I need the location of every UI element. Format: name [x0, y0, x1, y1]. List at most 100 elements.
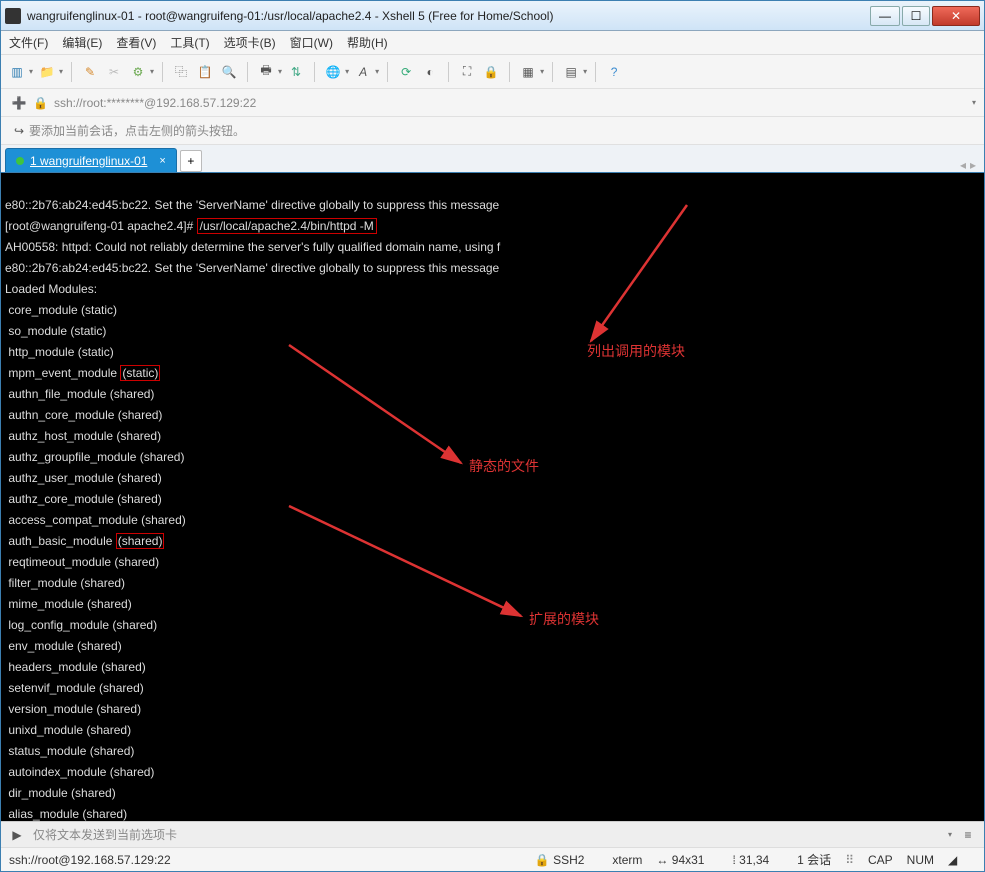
term-line: reqtimeout_module (shared) — [5, 555, 159, 569]
command-highlight: /usr/local/apache2.4/bin/httpd -M — [197, 218, 377, 234]
status-term: xterm — [612, 853, 642, 867]
tab-label: 1 wangruifenglinux-01 — [30, 154, 147, 168]
info-bar: ↪ 要添加当前会话，点击左侧的箭头按钮。 — [1, 117, 984, 145]
static-highlight: (static) — [120, 365, 160, 381]
tab-close-icon[interactable]: × — [159, 155, 165, 167]
annotation-label: 扩展的模块 — [529, 611, 599, 631]
term-line: status_module (shared) — [5, 744, 134, 758]
term-line: dir_module (shared) — [5, 786, 116, 800]
send-menu-icon[interactable]: ≡ — [958, 825, 978, 845]
add-tab-button[interactable]: + — [180, 150, 202, 172]
term-line: log_config_module (shared) — [5, 618, 157, 632]
send-input-icon[interactable]: ▶ — [7, 825, 27, 845]
session-tab[interactable]: 1 wangruifenglinux-01 × — [5, 148, 177, 172]
term-line: version_module (shared) — [5, 702, 141, 716]
status-updown-icon: ⠿ — [845, 853, 854, 867]
menubar: 文件(F) 编辑(E) 查看(V) 工具(T) 选项卡(B) 窗口(W) 帮助(… — [1, 31, 984, 55]
term-line: env_module (shared) — [5, 639, 122, 653]
arrow-add-icon[interactable]: ↪ — [9, 121, 29, 141]
shared-highlight: (shared) — [116, 533, 165, 549]
term-line: filter_module (shared) — [5, 576, 125, 590]
resize-grip-icon[interactable]: ◢ — [948, 853, 962, 867]
new-session-icon[interactable]: ▥ — [7, 62, 27, 82]
help-icon[interactable]: ? — [604, 62, 624, 82]
lock-icon[interactable]: 🔒 — [481, 62, 501, 82]
maximize-button[interactable]: ☐ — [902, 6, 930, 26]
menu-window[interactable]: 窗口(W) — [290, 34, 333, 51]
term-line: authz_host_module (shared) — [5, 429, 161, 443]
menu-file[interactable]: 文件(F) — [9, 34, 48, 51]
properties-icon[interactable]: ⚙ — [128, 62, 148, 82]
font-icon[interactable]: A — [353, 62, 373, 82]
term-line: authz_core_module (shared) — [5, 492, 162, 506]
menu-tabs[interactable]: 选项卡(B) — [224, 34, 276, 51]
term-line: mime_module (shared) — [5, 597, 132, 611]
titlebar[interactable]: wangruifenglinux-01 - root@wangruifeng-0… — [1, 1, 984, 31]
term-line: setenvif_module (shared) — [5, 681, 144, 695]
term-line: http_module (static) — [5, 345, 114, 359]
menu-edit[interactable]: 编辑(E) — [62, 34, 102, 51]
menu-view[interactable]: 查看(V) — [116, 34, 156, 51]
status-num: NUM — [907, 853, 934, 867]
paste-icon[interactable]: 📋 — [195, 62, 215, 82]
app-window: wangruifenglinux-01 - root@wangruifeng-0… — [0, 0, 985, 872]
term-line: headers_module (shared) — [5, 660, 146, 674]
annotation-label: 静态的文件 — [469, 458, 539, 478]
status-pos: ⁞ 31,34 — [732, 853, 783, 867]
term-line: autoindex_module (shared) — [5, 765, 154, 779]
term-line: unixd_module (shared) — [5, 723, 131, 737]
add-session-icon[interactable]: ➕ — [9, 93, 29, 113]
term-line: authn_core_module (shared) — [5, 408, 162, 422]
term-line: authn_file_module (shared) — [5, 387, 154, 401]
lock-small-icon: 🔒 — [33, 96, 48, 110]
address-text: ssh://root:********@192.168.57.129:22 — [54, 96, 256, 110]
refresh-icon[interactable]: ⟳ — [396, 62, 416, 82]
send-bar: ▶ 仅将文本发送到当前选项卡 ▾ ≡ — [1, 821, 984, 847]
open-folder-icon[interactable]: 📁 — [37, 62, 57, 82]
statusbar: ssh://root@192.168.57.129:22 🔒 SSH2 xter… — [1, 847, 984, 871]
term-line: e80::2b76:ab24:ed45:bc22. Set the 'Serve… — [5, 198, 499, 212]
info-text: 要添加当前会话，点击左侧的箭头按钮。 — [29, 122, 245, 139]
globe-icon[interactable]: 🌐 — [323, 62, 343, 82]
send-text: 仅将文本发送到当前选项卡 — [33, 826, 177, 843]
status-sessions: 1 会话 — [797, 851, 831, 868]
minimize-button[interactable]: — — [870, 6, 900, 26]
tab-prev-icon[interactable]: ◂ — [960, 158, 966, 172]
status-connection: ssh://root@192.168.57.129:22 — [9, 853, 171, 867]
status-cap: CAP — [868, 853, 893, 867]
term-line: authz_user_module (shared) — [5, 471, 162, 485]
script-icon[interactable]: ◐ — [420, 62, 440, 82]
toolbar: ▥▾ 📁▾ ✎ ✂ ⚙▾ ⿻ 📋 🔍 🖶▾ ⇅ 🌐▾ A▾ ⟳ ◐ ⛶ 🔒 ▦▾… — [1, 55, 984, 89]
find-icon[interactable]: 🔍 — [219, 62, 239, 82]
layout-icon[interactable]: ▦ — [518, 62, 538, 82]
term-line: alias_module (shared) — [5, 807, 127, 821]
address-dropdown-icon[interactable]: ▾ — [972, 98, 976, 107]
term-line: e80::2b76:ab24:ed45:bc22. Set the 'Serve… — [5, 261, 499, 275]
status-dot-icon — [16, 157, 24, 165]
copy-icon[interactable]: ⿻ — [171, 62, 191, 82]
addressbar[interactable]: ➕ 🔒 ssh://root:********@192.168.57.129:2… — [1, 89, 984, 117]
xftp-icon[interactable]: ⇅ — [286, 62, 306, 82]
menu-help[interactable]: 帮助(H) — [347, 34, 388, 51]
print-icon[interactable]: 🖶 — [256, 62, 276, 82]
term-line: access_compat_module (shared) — [5, 513, 186, 527]
term-line: AH00558: httpd: Could not reliably deter… — [5, 240, 500, 254]
term-line: authz_groupfile_module (shared) — [5, 450, 184, 464]
terminal[interactable]: e80::2b76:ab24:ed45:bc22. Set the 'Serve… — [1, 173, 984, 821]
send-dropdown-icon[interactable]: ▾ — [948, 830, 952, 839]
status-size: ↔ 94x31 — [656, 853, 718, 867]
close-button[interactable]: ✕ — [932, 6, 980, 26]
window-title: wangruifenglinux-01 - root@wangruifeng-0… — [27, 9, 868, 23]
term-line: core_module (static) — [5, 303, 117, 317]
tab-next-icon[interactable]: ▸ — [970, 158, 976, 172]
tile-icon[interactable]: ▤ — [561, 62, 581, 82]
app-icon — [5, 8, 21, 24]
annotation-label: 列出调用的模块 — [587, 343, 685, 363]
menu-tools[interactable]: 工具(T) — [170, 34, 209, 51]
term-line: mpm_event_module (static) — [5, 365, 160, 381]
term-line: so_module (static) — [5, 324, 106, 338]
reconnect-icon[interactable]: ✎ — [80, 62, 100, 82]
disconnect-icon[interactable]: ✂ — [104, 62, 124, 82]
term-line: auth_basic_module (shared) — [5, 533, 164, 549]
fullscreen-icon[interactable]: ⛶ — [457, 62, 477, 82]
